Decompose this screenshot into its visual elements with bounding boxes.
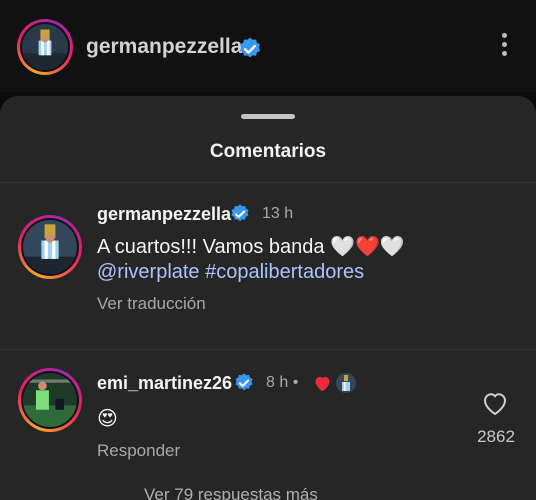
author-liked-avatar bbox=[336, 373, 356, 393]
drag-handle[interactable] bbox=[241, 114, 295, 119]
view-more-replies[interactable]: Ver 79 respuestas más bbox=[144, 485, 318, 500]
title-divider bbox=[0, 182, 536, 183]
goalkeeper-photo bbox=[23, 373, 77, 427]
hearts-emoji: 🤍❤️🤍 bbox=[330, 234, 405, 258]
comment-time: 8 h • bbox=[266, 374, 299, 391]
comment-username[interactable]: emi_martinez26 bbox=[97, 373, 232, 394]
comment-text: A cuartos!!! Vamos banda 🤍❤️🤍 bbox=[97, 232, 405, 261]
trophy-player-photo bbox=[22, 24, 68, 70]
translate-link[interactable]: Ver traducción bbox=[97, 294, 206, 314]
comments-sheet: Comentarios germanpezzella 13 h A cuarto… bbox=[0, 96, 536, 500]
comment-avatar[interactable] bbox=[18, 215, 82, 279]
comment-text-body: A cuartos!!! Vamos banda bbox=[97, 236, 331, 258]
comment-time: 13 h bbox=[262, 205, 294, 222]
verified-badge-icon bbox=[235, 373, 253, 391]
like-count: 2862 bbox=[477, 427, 515, 446]
verified-badge-icon bbox=[240, 37, 260, 58]
heart-eyes-emoji: 😍 bbox=[97, 406, 118, 430]
post-author-name[interactable]: germanpezzella bbox=[86, 35, 242, 59]
comment-avatar[interactable] bbox=[18, 368, 82, 432]
verified-badge-icon bbox=[231, 204, 249, 222]
reply-button[interactable]: Responder bbox=[97, 441, 180, 461]
comment-divider bbox=[0, 349, 536, 350]
trophy-player-photo bbox=[23, 220, 77, 274]
comment-mentions-link[interactable]: @riverplate #copalibertadores bbox=[97, 258, 364, 286]
red-heart-icon bbox=[315, 376, 330, 392]
post-author-avatar[interactable] bbox=[17, 19, 73, 75]
comment-username[interactable]: germanpezzella bbox=[97, 204, 231, 225]
sheet-title: Comentarios bbox=[209, 141, 327, 162]
like-heart-icon[interactable] bbox=[482, 392, 508, 416]
more-vertical-icon[interactable] bbox=[496, 33, 512, 61]
post-header: germanpezzella bbox=[0, 0, 536, 92]
